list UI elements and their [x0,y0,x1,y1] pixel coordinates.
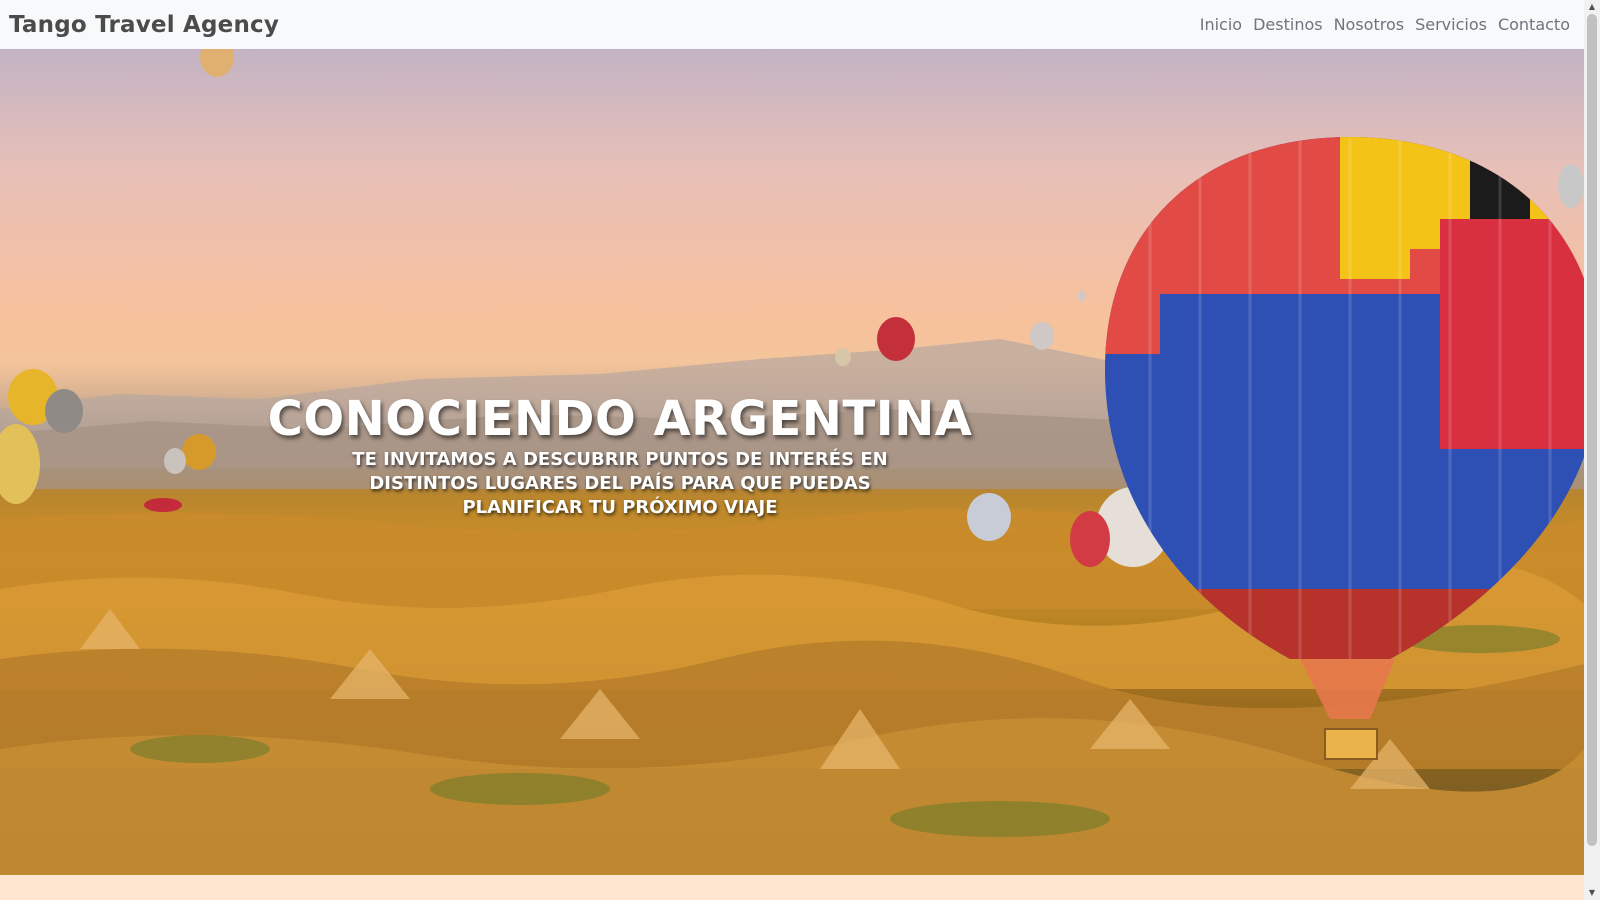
nav-link-servicios[interactable]: Servicios [1415,15,1487,34]
nav-link-nosotros[interactable]: Nosotros [1334,15,1405,34]
arrow-down-icon[interactable]: ▼ [1584,886,1600,900]
vertical-scrollbar[interactable]: ▲ ▼ [1584,0,1600,900]
scrollbar-thumb[interactable] [1587,14,1597,846]
nav-link-inicio[interactable]: Inicio [1200,15,1242,34]
hero-subtitle: TE INVITAMOS A DESCUBRIR PUNTOS DE INTER… [352,449,888,518]
hero-banner: CONOCIENDO ARGENTINA TE INVITAMOS A DESC… [0,49,1584,875]
nav-links: Inicio Destinos Nosotros Servicios Conta… [1200,15,1570,34]
arrow-up-icon[interactable]: ▲ [1584,0,1600,14]
nav-link-destinos[interactable]: Destinos [1253,15,1322,34]
navbar: Tango Travel Agency Inicio Destinos Noso… [0,0,1584,49]
brand-logo-link[interactable]: Tango Travel Agency [9,12,279,38]
nav-link-contacto[interactable]: Contacto [1498,15,1570,34]
hero-title: CONOCIENDO ARGENTINA [267,391,973,447]
hero-text-block: CONOCIENDO ARGENTINA TE INVITAMOS A DESC… [230,390,1010,520]
page-bottom-section [0,875,1584,900]
